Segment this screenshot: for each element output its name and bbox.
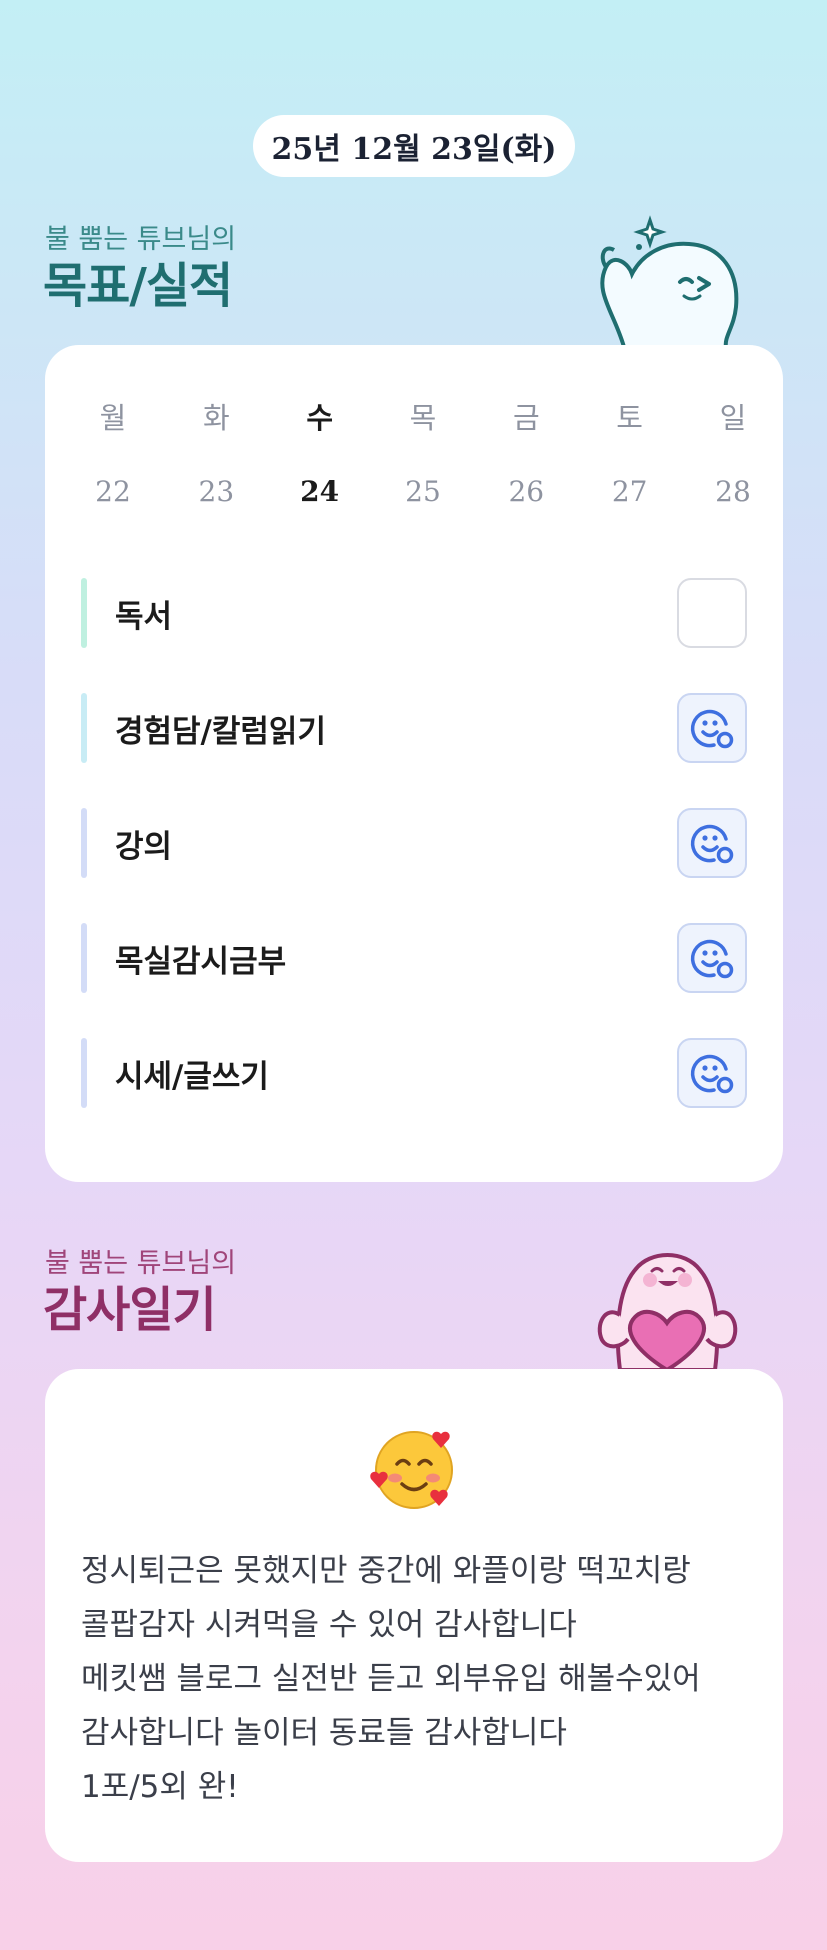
diary-card: 정시퇴근은 못했지만 중간에 와플이랑 떡꼬치랑 콜팝감자 시켜먹을 수 있어 … bbox=[45, 1369, 783, 1862]
ghost-thumbs-up-icon bbox=[600, 215, 739, 347]
date-cell[interactable]: 25 bbox=[383, 475, 463, 508]
date-cell[interactable]: 28 bbox=[693, 475, 773, 508]
goal-item-writing: 시세/글쓰기 bbox=[81, 1038, 747, 1108]
goal-checkbox-done[interactable] bbox=[677, 923, 747, 993]
date-cell[interactable]: 27 bbox=[590, 475, 670, 508]
goal-accent-bar bbox=[81, 923, 87, 993]
diary-line: 1포/5외 완! bbox=[81, 1769, 239, 1805]
goal-checkbox[interactable] bbox=[677, 578, 747, 648]
date-row: 22 23 24 25 26 27 28 bbox=[73, 475, 773, 508]
date-pill[interactable]: 25년 12월 23일(화) bbox=[253, 115, 575, 177]
goal-label: 시세/글쓰기 bbox=[115, 1058, 269, 1095]
goal-checkbox-done[interactable] bbox=[677, 693, 747, 763]
weekday-wed[interactable]: 수 bbox=[280, 395, 360, 437]
goal-checkbox-done[interactable] bbox=[677, 808, 747, 878]
smile-check-icon bbox=[690, 824, 734, 864]
goal-accent-bar bbox=[81, 808, 87, 878]
goal-label: 경험담/칼럼읽기 bbox=[115, 713, 326, 750]
goal-checkbox-done[interactable] bbox=[677, 1038, 747, 1108]
diary-title: 감사일기 bbox=[43, 1282, 217, 1338]
weekday-fri[interactable]: 금 bbox=[486, 395, 566, 437]
date-cell[interactable]: 23 bbox=[176, 475, 256, 508]
goals-title: 목표/실적 bbox=[43, 258, 233, 314]
goal-item-gratitude: 목실감시금부 bbox=[81, 923, 747, 993]
weekday-mon[interactable]: 월 bbox=[73, 395, 153, 437]
weekday-row: 월 화 수 목 금 토 일 bbox=[73, 395, 773, 437]
goal-accent-bar bbox=[81, 1038, 87, 1108]
goal-accent-bar bbox=[81, 693, 87, 763]
date-cell-selected[interactable]: 24 bbox=[280, 475, 360, 508]
goal-item-lecture: 강의 bbox=[81, 808, 747, 878]
weekday-tue[interactable]: 화 bbox=[176, 395, 256, 437]
diary-line: 메킷쌤 블로그 실전반 듣고 외부유입 해볼수있어 bbox=[81, 1661, 701, 1697]
goal-item-column: 경험담/칼럼읽기 bbox=[81, 693, 747, 763]
date-cell[interactable]: 22 bbox=[73, 475, 153, 508]
goal-label: 독서 bbox=[115, 598, 173, 635]
goals-card: 월 화 수 목 금 토 일 22 23 24 25 26 27 28 독서 경험… bbox=[45, 345, 783, 1182]
goal-label: 강의 bbox=[115, 828, 173, 865]
smile-check-icon bbox=[690, 709, 734, 749]
weekday-sat[interactable]: 토 bbox=[590, 395, 670, 437]
ghost-holding-heart-icon bbox=[597, 1253, 738, 1370]
goal-item-reading: 독서 bbox=[81, 578, 747, 648]
smile-check-icon bbox=[690, 939, 734, 979]
goal-label: 목실감시금부 bbox=[115, 943, 287, 980]
smiling-face-with-hearts-icon bbox=[370, 1431, 453, 1509]
diary-entry-text: 정시퇴근은 못했지만 중간에 와플이랑 떡꼬치랑 콜팝감자 시켜먹을 수 있어 … bbox=[81, 1544, 761, 1814]
weekday-thu[interactable]: 목 bbox=[383, 395, 463, 437]
date-cell[interactable]: 26 bbox=[486, 475, 566, 508]
goal-accent-bar bbox=[81, 578, 87, 648]
weekday-sun[interactable]: 일 bbox=[693, 395, 773, 437]
date-label: 25년 12월 23일(화) bbox=[271, 132, 557, 167]
diary-line: 감사합니다 놀이터 동료들 감사합니다 bbox=[81, 1715, 567, 1751]
diary-line: 정시퇴근은 못했지만 중간에 와플이랑 떡꼬치랑 bbox=[81, 1553, 691, 1589]
smile-check-icon bbox=[690, 1054, 734, 1094]
diary-line: 콜팝감자 시켜먹을 수 있어 감사합니다 bbox=[81, 1607, 577, 1643]
